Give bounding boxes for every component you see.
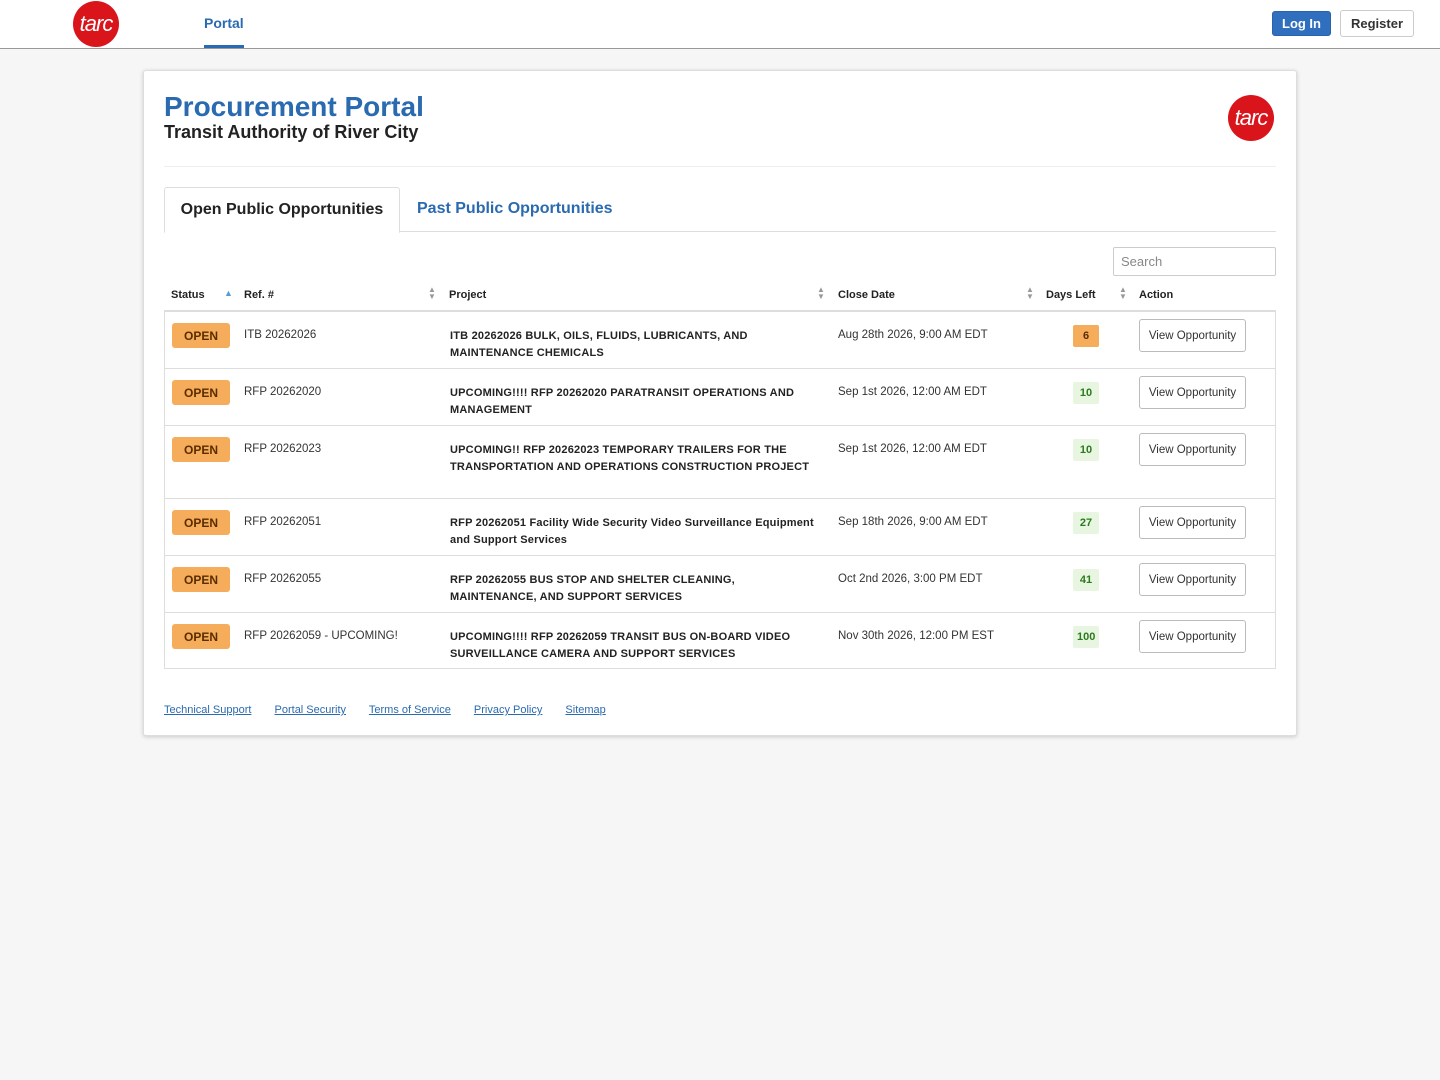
days-left-badge: 41: [1073, 569, 1099, 591]
footer-links: Technical Support Portal Security Terms …: [164, 704, 626, 716]
close-date: Sep 1st 2026, 12:00 AM EDT: [838, 386, 987, 398]
status-badge: OPEN: [172, 437, 230, 462]
col-status[interactable]: Status: [171, 289, 205, 301]
footer-link-sitemap[interactable]: Sitemap: [565, 704, 605, 716]
close-date: Aug 28th 2026, 9:00 AM EDT: [838, 329, 988, 341]
footer-link-terms-of-service[interactable]: Terms of Service: [369, 704, 451, 716]
view-opportunity-button[interactable]: View Opportunity: [1139, 563, 1246, 596]
table-row: OPEN ITB 20262026 ITB 20262026 BULK, OIL…: [165, 312, 1275, 368]
table-body: OPEN ITB 20262026 ITB 20262026 BULK, OIL…: [164, 312, 1276, 669]
view-opportunity-button[interactable]: View Opportunity: [1139, 319, 1246, 352]
close-date: Sep 1st 2026, 12:00 AM EDT: [838, 443, 987, 455]
table-row: OPEN RFP 20262020 UPCOMING!!!! RFP 20262…: [165, 368, 1275, 425]
close-date: Oct 2nd 2026, 3:00 PM EDT: [838, 573, 983, 585]
sort-icon[interactable]: ▲ ▼: [1026, 286, 1034, 301]
close-date: Nov 30th 2026, 12:00 PM EST: [838, 630, 994, 642]
project-name: UPCOMING!!!! RFP 20262020 PARATRANSIT OP…: [450, 387, 795, 416]
tab-open-opportunities[interactable]: Open Public Opportunities: [164, 187, 400, 233]
tarc-logo[interactable]: tarc: [73, 1, 119, 47]
col-project[interactable]: Project: [449, 289, 486, 301]
tab-past-opportunities[interactable]: Past Public Opportunities: [417, 187, 613, 231]
view-opportunity-button[interactable]: View Opportunity: [1139, 506, 1246, 539]
table-row: OPEN RFP 20262023 UPCOMING!! RFP 2026202…: [165, 425, 1275, 498]
sort-icon[interactable]: ▲ ▼: [817, 286, 825, 301]
status-badge: OPEN: [172, 567, 230, 592]
status-badge: OPEN: [172, 380, 230, 405]
nav-portal-tab[interactable]: Portal: [204, 0, 244, 48]
login-button[interactable]: Log In: [1272, 11, 1331, 36]
ref-number: RFP 20262051: [244, 516, 322, 528]
col-action: Action: [1139, 289, 1174, 301]
header-divider: [164, 166, 1276, 167]
view-opportunity-button[interactable]: View Opportunity: [1139, 376, 1246, 409]
sort-icon[interactable]: ▲ ▼: [428, 286, 436, 301]
days-left-badge: 100: [1073, 626, 1100, 648]
portal-card: Procurement Portal Transit Authority of …: [143, 70, 1297, 736]
status-badge: OPEN: [172, 510, 230, 535]
days-left-badge: 10: [1073, 439, 1099, 461]
project-name: UPCOMING!!!! RFP 20262059 TRANSIT BUS ON…: [450, 631, 791, 660]
days-left-badge: 27: [1073, 512, 1099, 534]
sort-asc-icon[interactable]: ▲: [224, 288, 233, 298]
status-badge: OPEN: [172, 624, 230, 649]
project-name: ITB 20262026 BULK, OILS, FLUIDS, LUBRICA…: [450, 330, 748, 359]
table-row: OPEN RFP 20262055 RFP 20262055 BUS STOP …: [165, 555, 1275, 612]
sort-icon[interactable]: ▲ ▼: [1119, 286, 1127, 301]
project-name: UPCOMING!! RFP 20262023 TEMPORARY TRAILE…: [450, 444, 810, 473]
table-row: OPEN RFP 20262051 RFP 20262051 Facility …: [165, 498, 1275, 555]
col-days-left[interactable]: Days Left: [1046, 289, 1096, 301]
footer-link-portal-security[interactable]: Portal Security: [275, 704, 347, 716]
days-left-badge: 10: [1073, 382, 1099, 404]
col-ref[interactable]: Ref. #: [244, 289, 274, 301]
tarc-logo-large: tarc: [1228, 95, 1274, 141]
page-title: Procurement Portal: [164, 91, 424, 122]
opportunities-table: Status ▲ Ref. # ▲ ▼ Project ▲ ▼ Close Date…: [164, 282, 1276, 669]
ref-number: RFP 20262059 - UPCOMING!: [244, 630, 398, 642]
ref-number: RFP 20262023: [244, 443, 322, 455]
footer-link-privacy-policy[interactable]: Privacy Policy: [474, 704, 542, 716]
days-left-badge: 6: [1073, 325, 1099, 347]
table-header: Status ▲ Ref. # ▲ ▼ Project ▲ ▼ Close Date…: [164, 282, 1276, 312]
col-close-date[interactable]: Close Date: [838, 289, 895, 301]
ref-number: RFP 20262055: [244, 573, 322, 585]
project-name: RFP 20262055 BUS STOP AND SHELTER CLEANI…: [450, 574, 735, 603]
view-opportunity-button[interactable]: View Opportunity: [1139, 433, 1246, 466]
project-name: RFP 20262051 Facility Wide Security Vide…: [450, 517, 814, 546]
search-input[interactable]: [1113, 247, 1276, 276]
footer-link-technical-support[interactable]: Technical Support: [164, 704, 251, 716]
top-nav: tarc Portal Log In Register: [0, 0, 1440, 49]
view-opportunity-button[interactable]: View Opportunity: [1139, 620, 1246, 653]
status-badge: OPEN: [172, 323, 230, 348]
close-date: Sep 18th 2026, 9:00 AM EDT: [838, 516, 988, 528]
page-subtitle: Transit Authority of River City: [164, 122, 419, 142]
ref-number: RFP 20262020: [244, 386, 322, 398]
ref-number: ITB 20262026: [244, 329, 317, 341]
table-row: OPEN RFP 20262059 - UPCOMING! UPCOMING!!…: [165, 612, 1275, 668]
register-button[interactable]: Register: [1340, 10, 1414, 37]
